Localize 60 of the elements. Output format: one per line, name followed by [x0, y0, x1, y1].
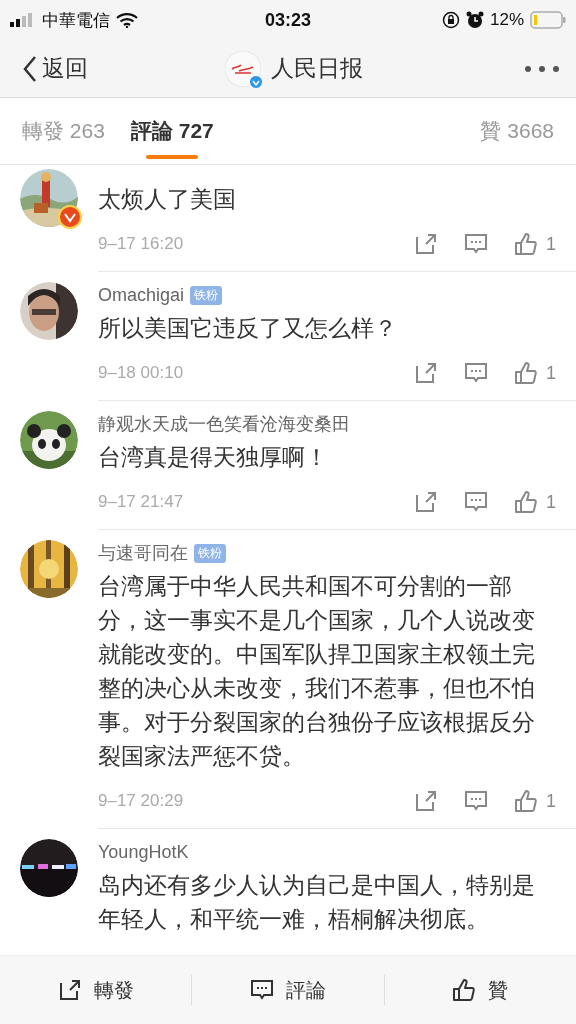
share-button[interactable] [414, 789, 438, 813]
wifi-icon [116, 12, 138, 28]
like-button[interactable]: 贊 [384, 975, 576, 1005]
tab[interactable]: 轉發 263 [22, 97, 105, 165]
thumbs-up-icon [514, 490, 538, 514]
like-button[interactable]: 1 [514, 789, 556, 813]
user-name[interactable]: 与速哥同在 [98, 541, 188, 565]
comment-button[interactable] [464, 361, 488, 385]
rotation-lock-icon [442, 11, 460, 29]
share-icon [414, 232, 438, 256]
comment-text: 所以美国它违反了又怎么样？ [98, 315, 398, 343]
tab[interactable]: 評論 727 [130, 97, 214, 165]
comment-text: 太烦人了美国 [98, 186, 237, 214]
comment-button[interactable] [464, 232, 488, 256]
comment-button[interactable] [464, 490, 488, 514]
thumbs-up-icon [514, 232, 538, 256]
share-button[interactable] [414, 232, 438, 256]
share-button[interactable] [414, 490, 438, 514]
chevron-left-icon [22, 54, 38, 83]
like-button[interactable]: 1 [514, 490, 556, 514]
user-name[interactable]: YoungHotK [98, 841, 189, 863]
comment-icon [250, 978, 274, 1002]
comment-button[interactable]: 評論 [192, 975, 384, 1005]
comment-icon [464, 789, 488, 813]
comment-icon [464, 490, 488, 514]
comment-time: 9–18 00:10 [98, 363, 185, 383]
comment-time: 9–17 21:47 [98, 492, 185, 512]
logo-icon [225, 50, 261, 87]
comment-time: 9–17 16:20 [98, 234, 185, 254]
comment-button[interactable] [464, 789, 488, 813]
back-button[interactable]: 返回 [16, 52, 225, 85]
repost-button[interactable]: 轉發 [0, 975, 192, 1005]
battery-icon [530, 11, 566, 29]
battery-percent: 12% [490, 10, 524, 30]
comment-icon [464, 232, 488, 256]
like-button[interactable]: 1 [514, 232, 556, 256]
fan-badge: 铁粉 [190, 285, 223, 305]
thumbs-up-icon [452, 978, 477, 1002]
comment-time: 9–17 20:29 [98, 791, 185, 811]
like-button[interactable]: 1 [514, 361, 556, 385]
user-name[interactable]: Omachigai [98, 284, 185, 306]
comment-text: 岛内还有多少人认为自己是中国人，特别是年轻人，和平统一难，梧桐解决彻底。 [98, 872, 536, 934]
thumbs-up-icon [514, 789, 538, 813]
comment-icon [464, 361, 488, 385]
comment-text: 台湾真是得天独厚啊！ [98, 444, 329, 472]
share-icon [414, 361, 438, 385]
comment-text: 台湾属于中华人民共和国不可分割的一部分，这一事实不是几个国家，几个人说改变就能改变的。中国军队捍卫国家主权领土完整的决心从未改变，我们不惹事，但也不怕事。对于分裂国家的台独份子应该根据反分裂国家法严惩不贷。 [98, 573, 536, 771]
clock-time: 03:23 [265, 9, 312, 31]
more-icon[interactable] [524, 64, 560, 73]
carrier-name: 中華電信 [42, 9, 110, 32]
fan-badge: 铁粉 [194, 543, 226, 563]
share-button[interactable] [414, 361, 438, 385]
share-icon [414, 490, 438, 514]
thumbs-up-icon [514, 361, 538, 385]
share-icon [57, 978, 82, 1002]
share-icon [414, 789, 438, 813]
alarm-icon [466, 11, 484, 29]
user-name[interactable]: 静观水天成一色笑看沧海变桑田 [98, 412, 350, 436]
tab[interactable]: 贊 3668 [480, 97, 554, 165]
page-title: 人民日报 [271, 54, 363, 83]
